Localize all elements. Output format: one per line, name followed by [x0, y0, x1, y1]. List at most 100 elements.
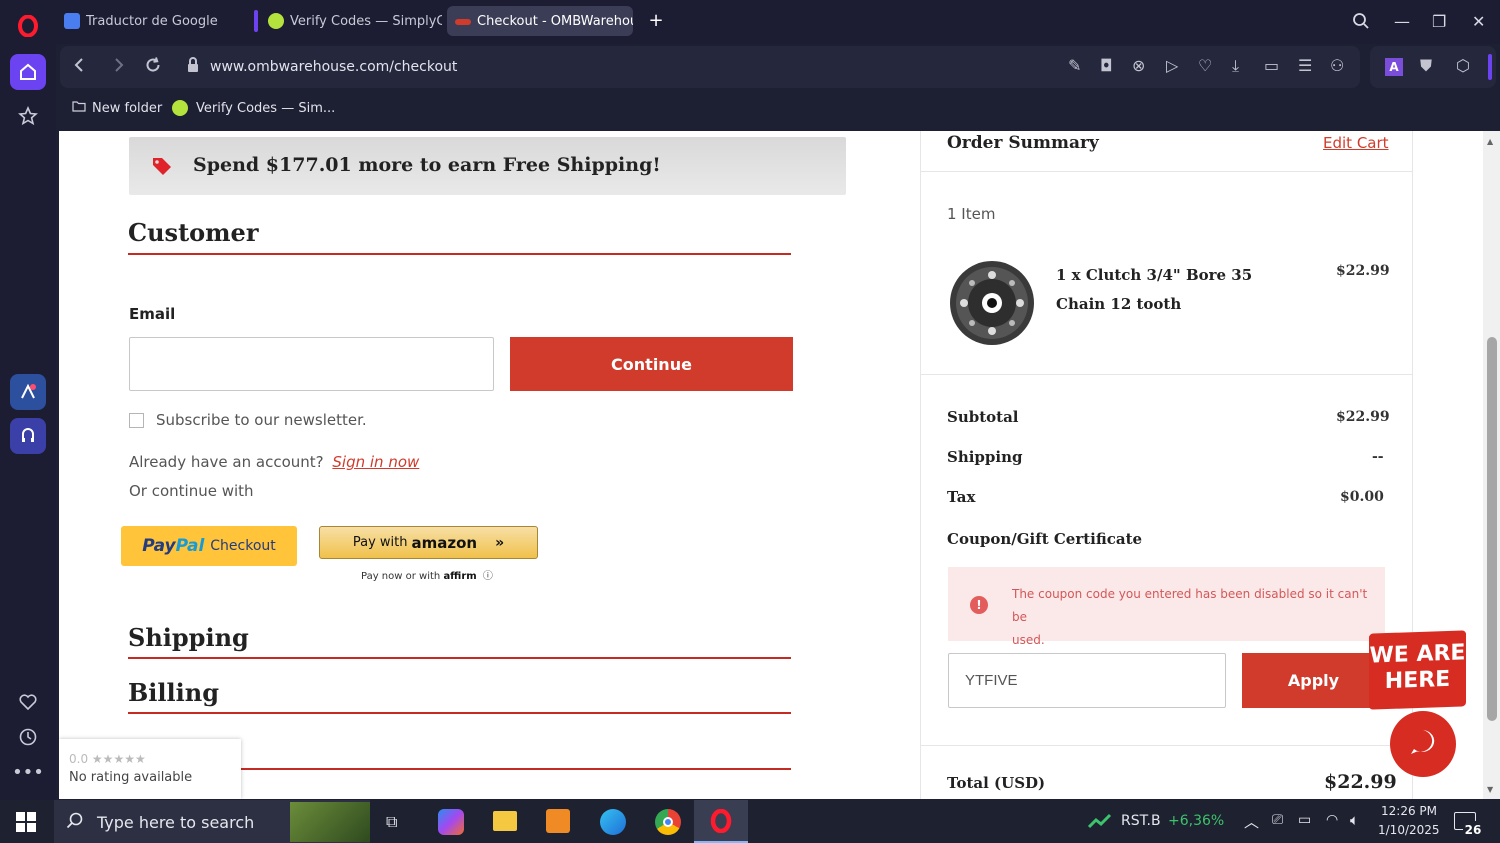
- edit-icon[interactable]: ✎: [1068, 56, 1081, 75]
- tab-verify-codes[interactable]: Verify Codes — SimplyCodes: [260, 6, 442, 36]
- scroll-thumb[interactable]: [1487, 337, 1497, 721]
- heart-icon[interactable]: [10, 684, 46, 720]
- apply-coupon-button[interactable]: Apply: [1242, 653, 1385, 708]
- file-explorer-icon[interactable]: [493, 811, 517, 831]
- continue-button[interactable]: Continue: [510, 337, 793, 391]
- account-prompt: Already have an account? Sign in now: [129, 453, 419, 471]
- taskbar-search-box[interactable]: Type here to search: [54, 800, 370, 843]
- folder-icon: [72, 100, 86, 116]
- meet-now-icon[interactable]: ⎚: [1272, 812, 1283, 828]
- battery-icon[interactable]: ▭: [1298, 812, 1311, 828]
- subtotal-label: Subtotal: [947, 408, 1019, 426]
- history-clock-icon[interactable]: [10, 719, 46, 755]
- stock-change: +6,36%: [1168, 813, 1225, 829]
- url-input[interactable]: [210, 55, 810, 79]
- aria-app-icon[interactable]: [10, 374, 46, 410]
- copilot-icon[interactable]: [438, 809, 464, 835]
- windows-taskbar: Type here to search ⧉ RST.B +6,36% ︿ ⎚ ▭…: [0, 800, 1500, 843]
- paypal-checkout-button[interactable]: Pay Pal Checkout: [121, 526, 297, 566]
- shipping-value: --: [1372, 449, 1384, 465]
- clock-time[interactable]: 12:26 PM: [1381, 804, 1437, 818]
- coupon-input[interactable]: [948, 653, 1226, 708]
- more-dots-icon[interactable]: •••: [10, 754, 46, 790]
- email-input[interactable]: [129, 337, 494, 391]
- edge-icon[interactable]: [600, 809, 626, 835]
- battery-saver-icon[interactable]: ▭: [1264, 56, 1279, 75]
- coupon-error-text: The coupon code you entered has been dis…: [1012, 583, 1385, 652]
- player-icon[interactable]: ▷: [1166, 56, 1178, 75]
- shipping-heading: Shipping: [128, 623, 249, 652]
- shipping-label: Shipping: [947, 448, 1023, 466]
- affirm-logo: affirm: [443, 571, 477, 582]
- address-bar: ✎ ◘ ⊗ ▷ ♡ ⤓ ▭ ☰ ⚇: [60, 46, 1360, 88]
- email-label: Email: [129, 305, 176, 323]
- chrome-icon[interactable]: [655, 809, 681, 835]
- rating-widget[interactable]: 0.0 ★★★★★ No rating available: [59, 739, 241, 799]
- cube-extension-icon[interactable]: ⬡: [1456, 56, 1470, 75]
- page-scrollbar[interactable]: ▲ ▼: [1483, 131, 1500, 799]
- account-prompt-text: Already have an account?: [129, 453, 324, 471]
- reload-icon[interactable]: [144, 56, 162, 78]
- volume-icon[interactable]: 🔈︎: [1350, 811, 1359, 829]
- tab-google-translate[interactable]: Traductor de Google: [56, 6, 246, 36]
- task-view-icon[interactable]: ⧉: [386, 812, 397, 832]
- edit-cart-link[interactable]: Edit Cart: [1323, 134, 1389, 152]
- bookmark-new-folder[interactable]: New folder: [72, 100, 162, 116]
- product-image-clutch[interactable]: [948, 259, 1036, 351]
- tab-checkout-active[interactable]: Checkout - OMBWarehouse: [447, 6, 633, 36]
- profile-icon[interactable]: ⚇: [1330, 56, 1344, 75]
- speed-dial-star-icon[interactable]: [10, 98, 46, 134]
- scroll-down-arrow-icon[interactable]: ▼: [1487, 785, 1493, 794]
- adblock-icon[interactable]: ⊗: [1132, 56, 1145, 75]
- affirm-prefix: Pay now or with: [361, 571, 441, 582]
- my-flow-heart-icon[interactable]: ♡: [1198, 56, 1212, 75]
- camera-icon[interactable]: ◘: [1100, 56, 1113, 75]
- amazon-pay-button[interactable]: Pay with amazon »: [319, 526, 538, 559]
- clock-date[interactable]: 1/10/2025: [1378, 823, 1440, 837]
- music-app-icon[interactable]: [10, 418, 46, 454]
- windows-start-icon[interactable]: [16, 812, 36, 836]
- amazon-logo: amazon: [411, 533, 478, 552]
- free-shipping-banner: Spend $177.01 more to earn Free Shipping…: [129, 137, 846, 195]
- item-name-line-2: Chain 12 tooth: [1056, 295, 1182, 313]
- easy-setup-icon[interactable]: ☰: [1298, 56, 1312, 75]
- free-shipping-text: Spend $177.01 more to earn Free Shipping…: [193, 154, 661, 176]
- new-tab-plus-icon[interactable]: +: [646, 12, 666, 32]
- search-highlight-image: [290, 802, 370, 842]
- tab-strip: Traductor de Google Verify Codes — Simpl…: [56, 0, 1500, 44]
- forward-icon[interactable]: [112, 56, 126, 78]
- scroll-up-arrow-icon[interactable]: ▲: [1487, 137, 1493, 146]
- stock-chart-icon: [1087, 813, 1112, 833]
- close-window-icon[interactable]: ✕: [1472, 12, 1485, 31]
- minimize-icon[interactable]: —: [1394, 12, 1410, 31]
- billing-divider: [128, 712, 791, 714]
- show-hidden-icons-chevron-icon[interactable]: ︿: [1244, 811, 1259, 832]
- stock-symbol[interactable]: RST.B: [1121, 813, 1161, 829]
- payment-divider: [239, 768, 791, 770]
- bookmark-verify-codes[interactable]: Verify Codes — Sim...: [172, 100, 335, 116]
- wifi-icon[interactable]: ◠: [1326, 812, 1338, 828]
- lock-icon[interactable]: [186, 56, 200, 78]
- opera-logo-icon[interactable]: [10, 8, 46, 44]
- back-icon[interactable]: [72, 56, 86, 78]
- rating-stars-icon: ★★★★★: [91, 752, 146, 766]
- opera-taskbar-button[interactable]: [694, 800, 748, 843]
- shield-extension-icon[interactable]: ⛊: [1420, 56, 1432, 76]
- paypal-logo-pay: Pay: [142, 536, 176, 556]
- newsletter-checkbox[interactable]: [129, 413, 144, 428]
- sign-in-link[interactable]: Sign in now: [332, 453, 419, 471]
- extension-a-icon[interactable]: A: [1385, 58, 1403, 76]
- download-icon[interactable]: ⤓: [1232, 56, 1239, 76]
- restore-icon[interactable]: ❐: [1432, 12, 1446, 31]
- search-tabs-icon[interactable]: [1352, 12, 1370, 34]
- total-value: $22.99: [1324, 771, 1397, 793]
- bookmark-label: New folder: [92, 100, 163, 116]
- chat-button[interactable]: [1390, 711, 1456, 777]
- we-are-here-badge[interactable]: WE ARE HERE: [1369, 630, 1466, 710]
- sublime-text-icon[interactable]: [546, 809, 570, 833]
- affirm-note: Pay now or with affirm ⓘ: [361, 567, 493, 582]
- info-icon[interactable]: ⓘ: [483, 571, 493, 582]
- rating-text: No rating available: [69, 770, 193, 785]
- customer-divider: [128, 253, 791, 255]
- home-icon[interactable]: [10, 54, 46, 90]
